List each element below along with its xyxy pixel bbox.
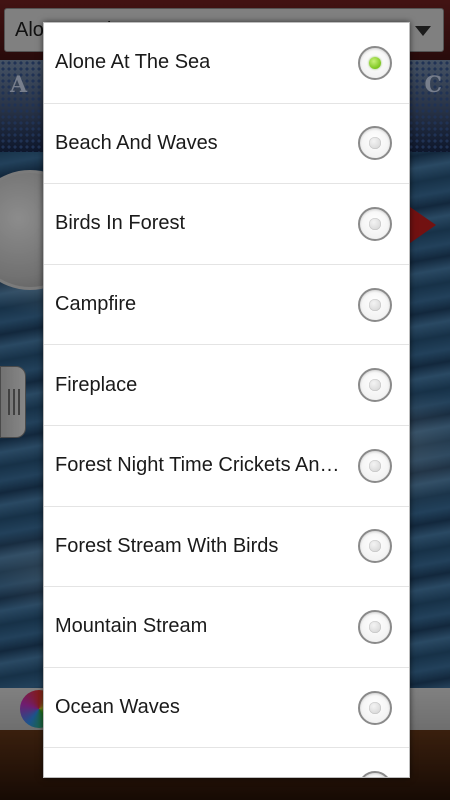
option-label: Campfire [55, 265, 345, 345]
radio-dot-icon [369, 298, 381, 311]
option-label-text: Beach And Waves [55, 131, 218, 154]
option-item[interactable]: Birds In Forest [44, 184, 409, 265]
option-label-text: Forest Night Time Crickets And Owls [55, 454, 345, 477]
option-label: Beach And Waves [55, 104, 345, 184]
option-label-text: Ocean Waves [55, 696, 180, 719]
option-label-text: Alone At The Sea [55, 51, 211, 74]
option-item[interactable]: Alone At The Sea [44, 23, 409, 104]
option-item[interactable]: Forest Stream With Birds [44, 507, 409, 588]
option-label-text: Mountain Stream [55, 615, 208, 638]
option-label-text: Fireplace [55, 373, 138, 396]
option-label: Mountain Stream [55, 587, 345, 667]
option-label: Fireplace [55, 345, 345, 425]
option-item[interactable]: Campfire [44, 265, 409, 346]
radio-button[interactable] [358, 448, 392, 483]
option-item[interactable]: Fireplace [44, 345, 409, 426]
radio-dot-icon [369, 701, 381, 714]
radio-button[interactable] [358, 287, 392, 322]
radio-button[interactable] [358, 368, 392, 403]
option-item[interactable]: Forest Night Time Crickets And Owls [44, 426, 409, 507]
radio-button[interactable] [358, 771, 392, 777]
radio-dot-icon [369, 459, 381, 472]
radio-dot-icon [369, 56, 381, 69]
radio-dot-icon [369, 620, 381, 633]
option-label: Birds In Forest [55, 184, 345, 264]
option-label-text: Campfire [55, 293, 137, 316]
option-label [55, 748, 345, 777]
option-label-text: Birds In Forest [55, 212, 186, 235]
radio-button[interactable] [358, 529, 392, 564]
option-label: Forest Night Time Crickets And Owls [55, 426, 345, 506]
sound-choice-dialog: Alone At The Sea Beach And Waves Birds In … [43, 22, 410, 778]
radio-button[interactable] [358, 126, 392, 161]
option-item[interactable]: Ocean Waves [44, 668, 409, 749]
radio-button-checked[interactable] [358, 45, 392, 80]
option-item[interactable]: Mountain Stream [44, 587, 409, 668]
radio-button[interactable] [358, 690, 392, 725]
option-label: Forest Stream With Birds [55, 507, 345, 587]
radio-dot-icon [369, 379, 381, 392]
option-item[interactable] [44, 748, 409, 777]
option-item[interactable]: Beach And Waves [44, 104, 409, 185]
option-label: Ocean Waves [55, 668, 345, 748]
radio-button[interactable] [358, 206, 392, 241]
option-label-text: Forest Stream With Birds [55, 534, 279, 557]
radio-dot-icon [369, 540, 381, 553]
option-label: Alone At The Sea [55, 23, 345, 103]
radio-dot-icon [369, 217, 381, 230]
radio-button[interactable] [358, 609, 392, 644]
radio-dot-icon [369, 137, 381, 150]
